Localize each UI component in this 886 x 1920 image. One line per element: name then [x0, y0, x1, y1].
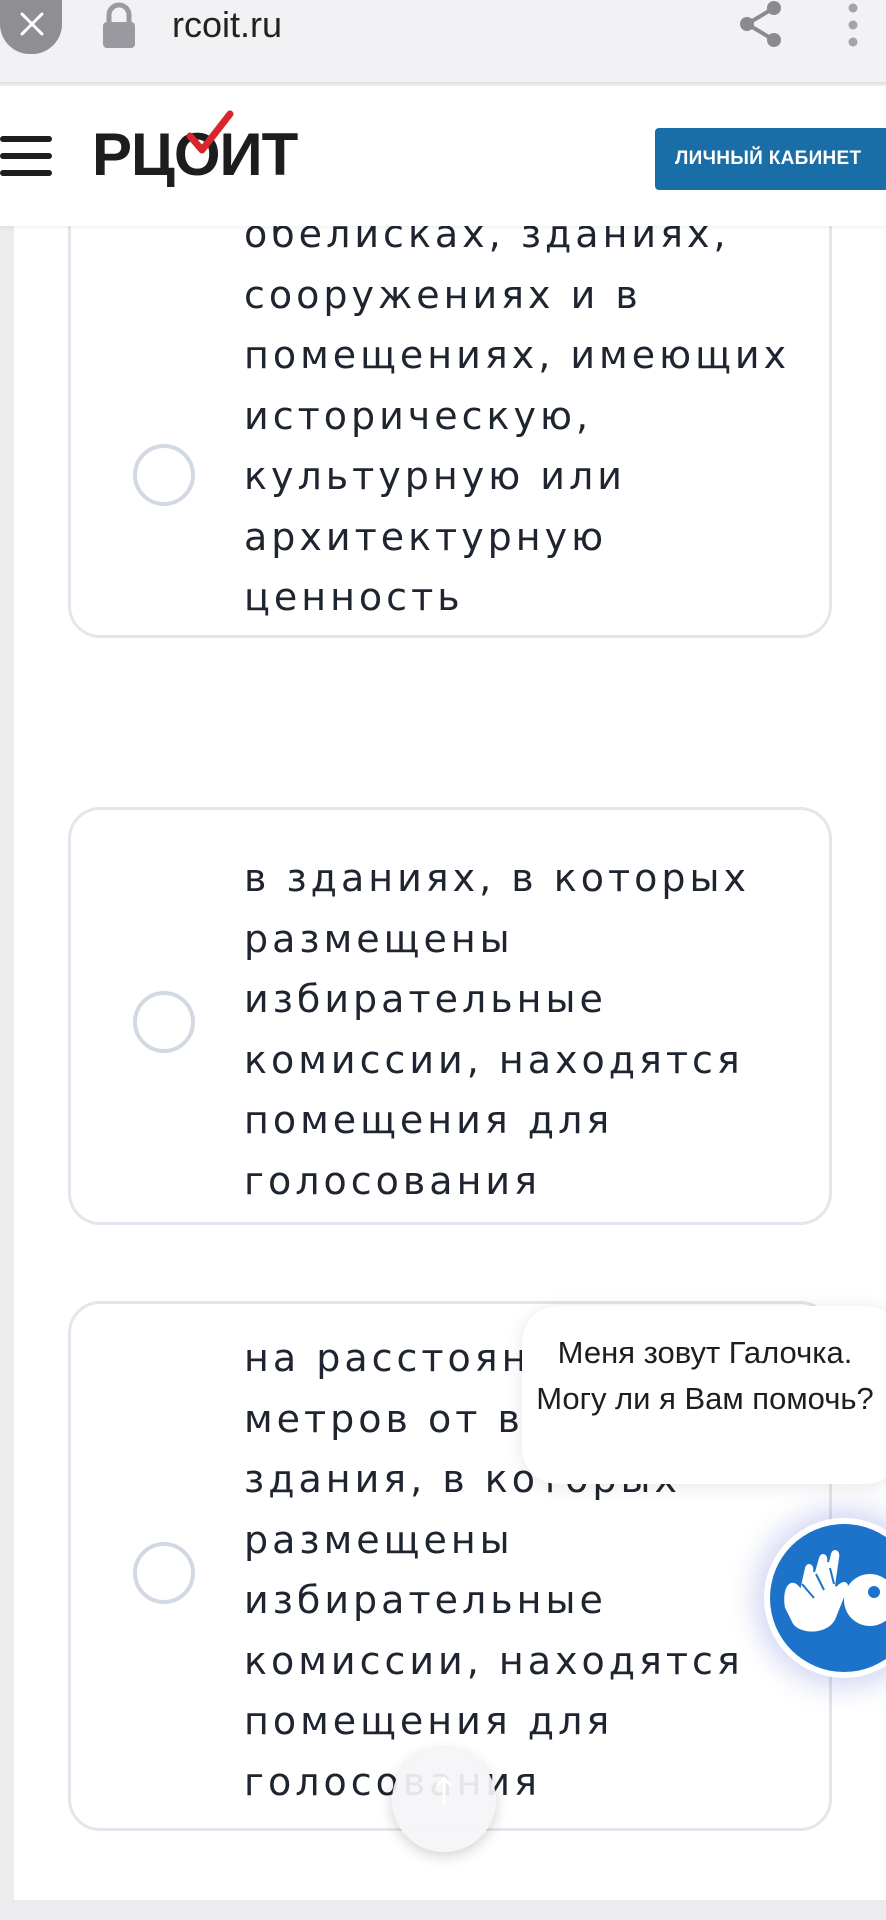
answer-option-text: обелисках, зданиях, сооружениях и в поме… [244, 212, 791, 619]
site-header: РЦОИТ ЛИЧНЫЙ КАБИНЕТ [0, 86, 886, 226]
radio-button[interactable] [133, 1542, 195, 1604]
question-content: обелисках, зданиях, сооружениях и в поме… [14, 186, 886, 1900]
personal-cabinet-button[interactable]: ЛИЧНЫЙ КАБИНЕТ [655, 128, 886, 190]
browser-toolbar: rcoit.ru [0, 0, 886, 84]
answer-option[interactable]: обелисках, зданиях, сооружениях и в поме… [68, 186, 832, 638]
kebab-menu-icon[interactable] [846, 2, 860, 48]
address-bar-url[interactable]: rcoit.ru [172, 4, 282, 46]
hamburger-menu-icon[interactable] [0, 136, 52, 176]
close-icon [20, 12, 44, 36]
logo-check-icon [186, 110, 234, 154]
arrow-up-icon: ↑ [428, 1770, 460, 1814]
chat-greeting-bubble[interactable]: Меня зовут Галочка. Могу ли я Вам помочь… [522, 1306, 886, 1484]
close-tab-button[interactable] [0, 0, 62, 54]
assistant-avatar-icon [782, 1548, 886, 1634]
chat-message: Меня зовут Галочка. Могу ли я Вам помочь… [536, 1335, 874, 1416]
answer-option[interactable]: в зданиях, в которых размещены избирател… [68, 807, 832, 1225]
radio-button[interactable] [133, 991, 195, 1053]
page-bottom-edge [0, 1902, 886, 1920]
lock-icon [103, 2, 135, 48]
share-icon[interactable] [738, 0, 784, 48]
site-logo[interactable]: РЦОИТ [92, 110, 298, 190]
radio-button[interactable] [133, 444, 195, 506]
scroll-to-top-button[interactable]: ↑ [392, 1748, 496, 1852]
answer-option-text: в зданиях, в которых размещены избирател… [244, 856, 750, 1203]
